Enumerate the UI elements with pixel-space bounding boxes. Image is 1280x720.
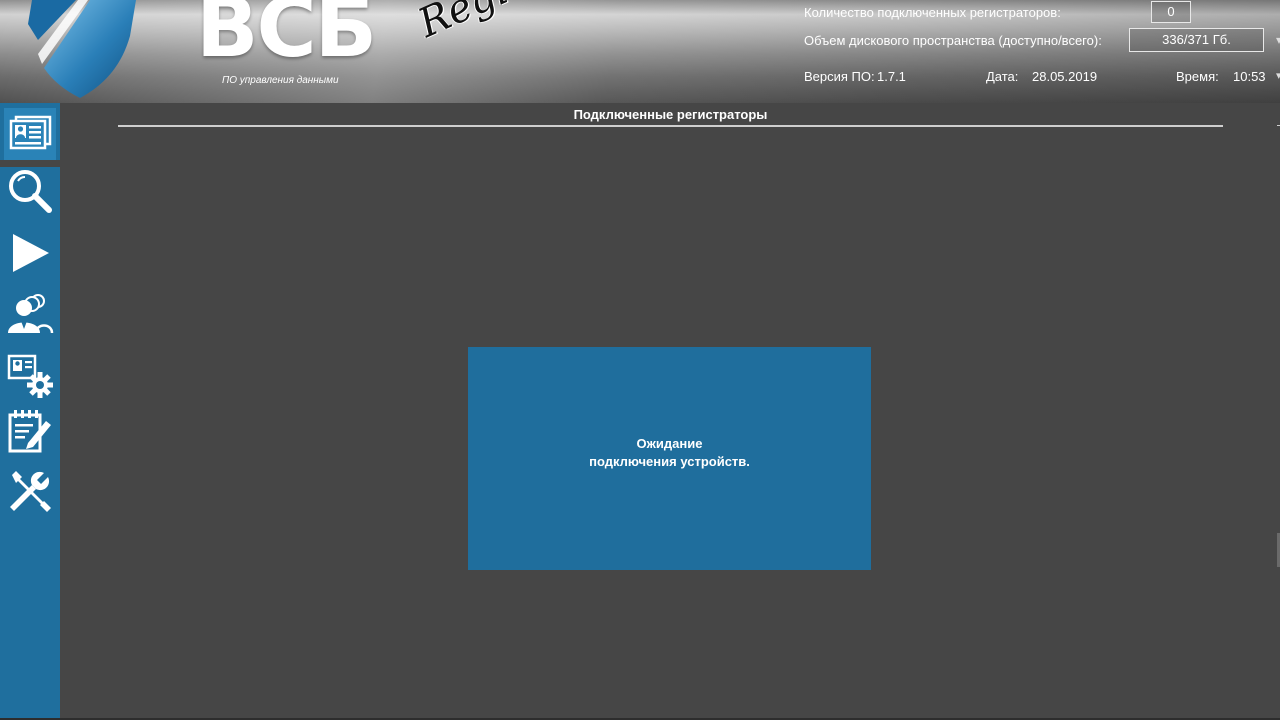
- app-window: ВСБ Registr ПО управления данными Количе…: [0, 0, 1280, 720]
- main-content: Подключенные регистраторы Ожидание подкл…: [60, 103, 1280, 720]
- version-label: Версия ПО:: [804, 69, 875, 84]
- sidebar-item-device-settings[interactable]: [4, 349, 56, 401]
- brand-title: ВСБ: [196, 0, 377, 76]
- sidebar-item-search[interactable]: [4, 165, 56, 217]
- devices-count-label: Количество подключенных регистраторов:: [804, 5, 1061, 20]
- waiting-text-line-1: Ожидание: [636, 435, 703, 451]
- shield-logo-icon: [28, 0, 136, 98]
- sidebar-item-playback[interactable]: [4, 227, 56, 279]
- sidebar-nav: [0, 103, 60, 720]
- waiting-text-line-2: подключения устройств.: [589, 453, 750, 469]
- header-gloss: [0, 0, 1280, 103]
- page-title: Подключенные регистраторы: [573, 107, 768, 122]
- sidebar-item-registrators[interactable]: [4, 108, 56, 160]
- devices-count-value: 0: [1151, 1, 1191, 23]
- sidebar-item-users[interactable]: [4, 287, 56, 339]
- play-icon: [13, 234, 49, 272]
- sidebar-item-journal[interactable]: [4, 405, 56, 457]
- search-icon: [9, 170, 52, 213]
- scroll-handle-icon[interactable]: ▾: [1276, 33, 1280, 47]
- header-bar: ВСБ Registr ПО управления данными Количе…: [0, 0, 1280, 103]
- journal-edit-icon: [8, 410, 51, 453]
- time-label: Время:: [1176, 69, 1219, 84]
- time-value: 10:53: [1233, 69, 1266, 84]
- waiting-status-panel: Ожидание подключения устройств.: [468, 347, 871, 570]
- version-value: 1.7.1: [877, 69, 906, 84]
- registrators-icon: [9, 115, 52, 150]
- date-value: 28.05.2019: [1032, 69, 1098, 84]
- users-icon: [8, 294, 54, 334]
- date-label: Дата:: [986, 69, 1019, 84]
- disk-space-value: 336/371 Гб.: [1129, 28, 1264, 52]
- chevron-down-icon[interactable]: ▾: [1276, 69, 1280, 82]
- disk-space-label: Объем дискового пространства (доступно/в…: [804, 33, 1102, 48]
- title-divider: [118, 125, 1223, 127]
- tools-icon: [10, 471, 51, 512]
- device-settings-icon: [7, 354, 53, 398]
- brand-subtitle: ПО управления данными: [222, 75, 339, 86]
- sidebar-item-tools[interactable]: [4, 465, 56, 517]
